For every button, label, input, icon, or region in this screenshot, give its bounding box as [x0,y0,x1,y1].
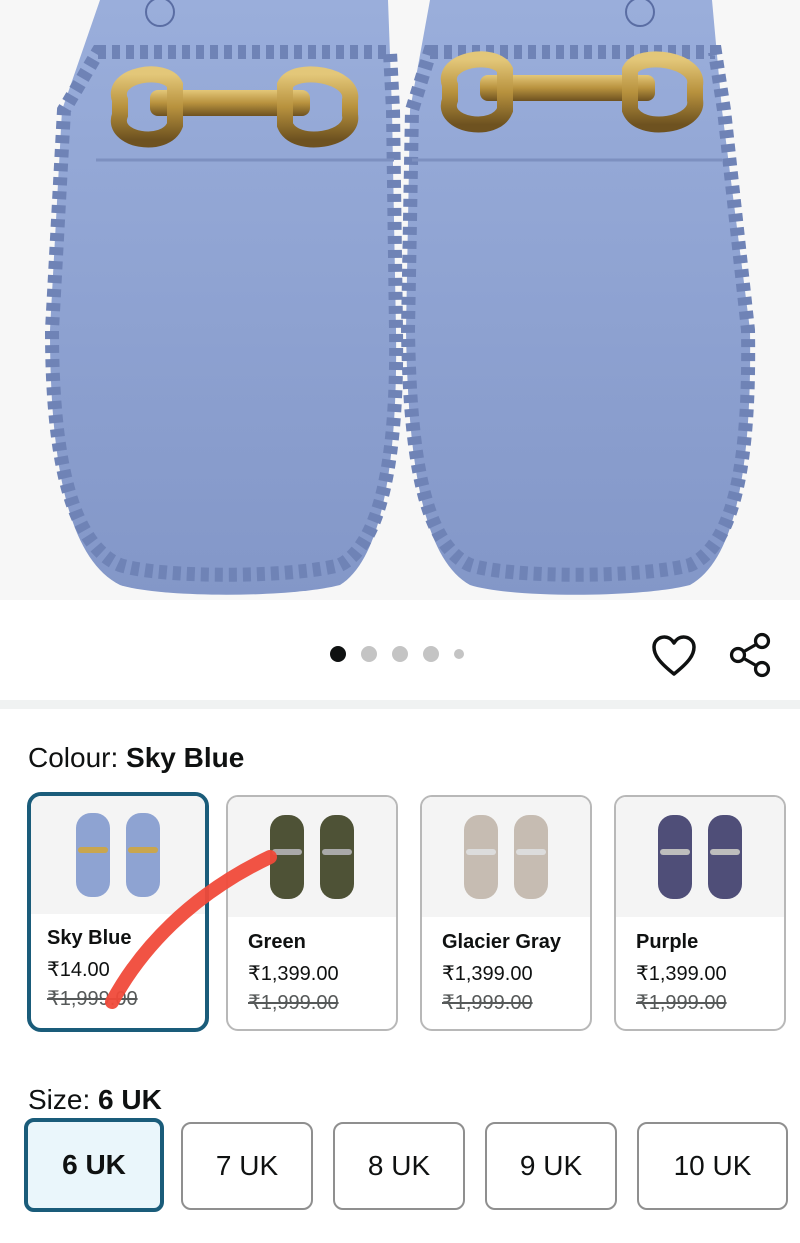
loafer-pair-image [44,0,756,595]
share-icon [729,632,771,678]
size-option-10-uk[interactable]: 10 UK [637,1122,788,1210]
size-option-6-uk[interactable]: 6 UK [24,1118,164,1212]
colour-option-purple[interactable]: Purple ₹1,399.00 ₹1,999.00 [614,795,786,1031]
section-divider [0,700,800,709]
colour-option-price: ₹14.00 [47,959,110,981]
pagination-dot-active[interactable] [330,646,346,662]
shoe-shape [126,813,160,897]
product-image[interactable] [0,0,800,600]
colour-thumbnail [31,796,205,914]
pagination-dot[interactable] [454,649,464,659]
size-option-9-uk[interactable]: 9 UK [485,1122,617,1210]
colour-thumbnail [616,797,784,917]
colour-option-mrp: ₹1,999.00 [47,988,138,1010]
shoe-shape [464,815,498,899]
colour-selected-value: Sky Blue [126,742,245,773]
buckle-shape [516,849,546,855]
colour-option-price: ₹1,399.00 [442,963,533,985]
size-option-8-uk[interactable]: 8 UK [333,1122,465,1210]
colour-heading: Colour: Sky Blue [28,740,244,776]
pagination-dot[interactable] [423,646,439,662]
shoe-shape [708,815,742,899]
shoe-shape [76,813,110,897]
colour-option-mrp: ₹1,999.00 [442,992,533,1014]
colour-option-name: Glacier Gray [442,931,561,953]
shoe-shape [658,815,692,899]
colour-option-mrp: ₹1,999.00 [248,992,339,1014]
colour-option-green[interactable]: Green ₹1,399.00 ₹1,999.00 [226,795,398,1031]
size-option-7-uk[interactable]: 7 UK [181,1122,313,1210]
pagination-dot[interactable] [361,646,377,662]
shoe-shape [270,815,304,899]
heart-icon [652,635,696,676]
colour-option-name: Sky Blue [47,927,132,949]
colour-thumbnail [228,797,396,917]
colour-label: Colour: [28,742,127,773]
image-pagination[interactable] [330,646,464,662]
loafer-thumbnail [270,815,354,899]
buckle-shape [78,847,108,853]
size-selected-value: 6 UK [98,1084,162,1115]
size-label: Size: [28,1084,99,1115]
buckle-shape [272,849,302,855]
colour-option-sky-blue[interactable]: Sky Blue ₹14.00 ₹1,999.00 [27,792,209,1032]
colour-option-mrp: ₹1,999.00 [636,992,727,1014]
colour-option-price: ₹1,399.00 [636,963,727,985]
shoe-shape [514,815,548,899]
buckle-shape [710,849,740,855]
buckle-shape [660,849,690,855]
colour-option-name: Purple [636,931,699,953]
pagination-dot[interactable] [392,646,408,662]
loafer-thumbnail [76,813,160,897]
buckle-shape [466,849,496,855]
loafer-thumbnail [658,815,742,899]
colour-thumbnail [422,797,590,917]
favorite-button[interactable] [651,634,697,678]
colour-option-name: Green [248,931,306,953]
size-heading: Size: 6 UK [28,1082,162,1118]
buckle-shape [322,849,352,855]
buckle-shape [128,847,158,853]
loafer-thumbnail [464,815,548,899]
colour-option-glacier-gray[interactable]: Glacier Gray ₹1,399.00 ₹1,999.00 [420,795,592,1031]
colour-option-price: ₹1,399.00 [248,963,339,985]
shoe-shape [320,815,354,899]
share-button[interactable] [728,632,774,678]
